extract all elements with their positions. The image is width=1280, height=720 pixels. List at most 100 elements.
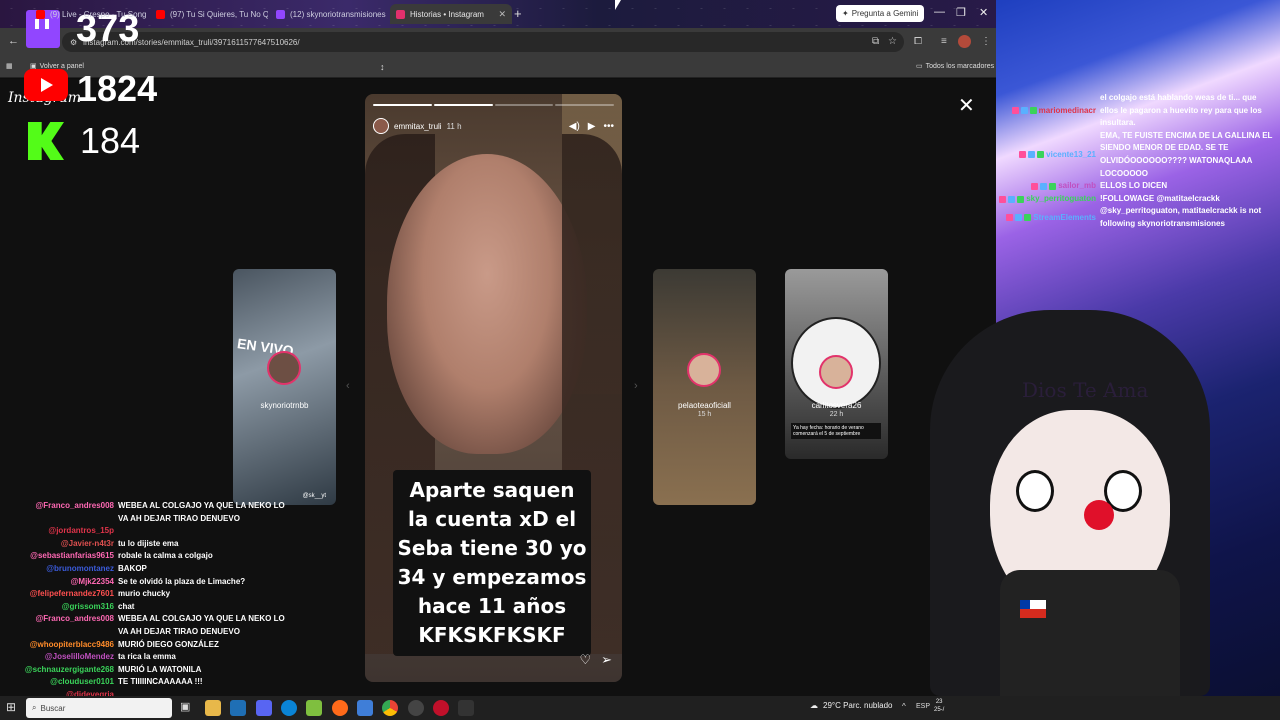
chat-username[interactable]: @grissom316 [14,601,114,614]
chat-text: tu lo dijiste ema [118,538,179,548]
chat-username[interactable]: @schnauzergigante268 [14,664,114,677]
bookmark-star-icon[interactable]: ☆ [888,36,897,47]
chat-badge-icon [1019,151,1027,159]
story-footer: ♡ ➢ [579,652,612,668]
side-story-name: skynoriotrnbb [260,401,309,410]
chat-username[interactable]: mariomedinacr [1039,105,1096,118]
main-story[interactable]: emmitax_truli 11 h ◀) ▶ ••• Aparte saque… [365,94,622,682]
mute-icon[interactable]: ◀) [569,121,580,132]
extensions-icon[interactable]: ⧠ [914,36,922,47]
chat-username[interactable]: @whoopiterblacc9486 [14,639,114,652]
side-story-carlitos[interactable]: carlitosvera26 22 h Ya hay fecha: horari… [785,269,888,459]
chat-message: @brunomontanez BAKOP [14,563,294,576]
chat-message: @whoopiterblacc9486 MURIÓ DIEGO GONZÁLEZ [14,639,294,652]
sparkle-icon: ✦ [842,9,849,18]
tab-youtube-live[interactable]: (9) Live - Crespo - Tu Song ✕ [30,4,148,24]
obs-icon[interactable] [408,700,424,716]
chat-user-cell: StreamElements [996,205,1096,230]
task-view-icon[interactable]: ▣ [180,700,196,716]
new-tab-plus-icon[interactable]: + [514,6,522,21]
chat-username[interactable]: @Franco_andres008 [14,500,114,525]
tray-chevron-icon[interactable]: ^ [902,702,906,711]
more-options-icon[interactable]: ••• [603,121,614,132]
chat-text: !FOLLOWAGE @matitaelcrackk [1100,193,1220,203]
chat-text: WEBEA AL COLGAJO YA QUE LA NEKO LO VA AH… [118,614,285,636]
story-avatar-ring [687,353,721,387]
all-bookmarks-button[interactable]: ▭ Todos los marcadores [916,62,994,71]
chat-username[interactable]: @brunomontanez [14,563,114,576]
chat-message: StreamElements @sky_perritoguaton, matita… [996,205,1280,230]
side-story-tag: @sk__yt [302,493,326,499]
app-icon[interactable] [458,700,474,716]
story-progress-bar [373,104,614,106]
word-icon[interactable] [357,700,373,716]
tab-close-icon[interactable]: ✕ [498,9,506,20]
chat-username[interactable]: @felipefernandez7601 [14,588,114,601]
next-story-arrow-icon[interactable]: › [634,380,638,392]
send-icon[interactable]: ➢ [601,652,612,668]
chat-username[interactable]: @Franco_andres008 [14,613,114,638]
url-bar[interactable]: ⚙ instagram.com/stories/emmitax_truli/39… [62,32,904,52]
chat-text: murio chucky [118,589,171,599]
back-arrow-icon[interactable]: ← [8,35,19,47]
firefox-icon[interactable] [332,700,348,716]
tab-twitch[interactable]: (12) skynoriotransmisiones - Tw ✕ [270,4,388,24]
edge-icon[interactable] [281,700,297,716]
profile-avatar[interactable] [958,35,971,48]
story-user-avatar[interactable] [373,118,389,134]
chat-username[interactable]: vicente13_21 [1046,149,1096,162]
chat-message: @clouduser0101 TE TIIIIINCAAAAAA !!! [14,676,294,689]
discord-icon[interactable] [256,700,272,716]
avatar-eye [1016,470,1054,512]
vscode-icon[interactable] [230,700,246,716]
install-app-icon[interactable]: ⧉ [872,36,879,47]
more-menu-icon[interactable]: ⋮ [981,36,991,47]
app-icon[interactable] [306,700,322,716]
chat-username[interactable]: @Mjk22354 [14,576,114,589]
gemini-button[interactable]: ✦ Pregunta a Gemini [836,5,925,22]
chat-text: BAKOP [118,563,147,573]
play-icon[interactable]: ▶ [588,121,596,132]
side-story-pelaotea[interactable]: pelaoteaoficiall 15 h [653,269,756,505]
cloud-sun-icon: ☁ [810,701,818,710]
tab-youtube-song[interactable]: (97) Tu Si Quieres, Tu No Quier ✕ [150,4,268,24]
windows-start-icon[interactable]: ⊞ [6,700,22,716]
media-control-icon[interactable]: ≡ [941,36,947,47]
chat-message: @grissom316 chat [14,601,294,614]
weather-widget[interactable]: ☁ 29°C Parc. nublado [810,701,892,710]
apps-grid-icon[interactable]: ▦ [6,62,13,70]
chat-username[interactable]: @JoselilloMendez [14,651,114,664]
chat-user-cell: mariomedinacr [996,92,1096,130]
youtube-favicon-icon [36,9,45,19]
language-indicator[interactable]: ESP [916,703,930,710]
chat-username[interactable]: sky_perritoguaton [1026,193,1096,206]
address-toolbar: ← ↻ ⚙ instagram.com/stories/emmitax_trul… [0,28,996,56]
taskbar-search[interactable]: ⌕ Buscar [26,698,172,718]
chat-username[interactable]: @Javier-n4t3r [14,538,114,551]
chat-username[interactable]: @jordantros_15p [14,525,114,538]
system-clock[interactable]: 23 25-/ [934,698,944,714]
chat-username[interactable]: @sebastianfarias9615 [14,550,114,563]
twitch-chat-list: mariomedinacr el colgajo está hablando we… [996,92,1280,231]
minimize-icon[interactable]: — [934,6,945,18]
close-stories-icon[interactable]: ✕ [958,93,975,118]
chat-badge-icon [1049,182,1057,190]
story-username[interactable]: emmitax_truli [394,122,442,131]
previous-story-arrow-icon[interactable]: ‹ [346,380,350,392]
chat-message: @Mjk22354 Se te olvidó la plaza de Limach… [14,576,294,589]
close-window-icon[interactable]: ✕ [979,6,988,19]
chat-message: @JoselilloMendez ta rica la emma [14,651,294,664]
side-story-skynorio[interactable]: EN VIVO skynoriotrnbb @sk__yt [233,269,336,505]
restore-icon[interactable]: ❐ [956,6,966,19]
chrome-icon[interactable] [382,700,398,716]
file-explorer-icon[interactable] [205,700,221,716]
opera-icon[interactable] [433,700,449,716]
heart-icon[interactable]: ♡ [579,652,591,668]
chat-username[interactable]: StreamElements [1033,212,1096,225]
chat-message: @jordantros_15p [14,525,294,538]
chat-username[interactable]: sailor_mb [1058,180,1096,193]
gemini-button-label: Pregunta a Gemini [851,9,919,18]
chat-username[interactable]: @clouduser0101 [14,676,114,689]
tab-instagram[interactable]: Historias • Instagram ✕ [390,4,512,24]
desktop: (9) Live - Crespo - Tu Song ✕ (97) Tu Si… [0,0,1280,720]
